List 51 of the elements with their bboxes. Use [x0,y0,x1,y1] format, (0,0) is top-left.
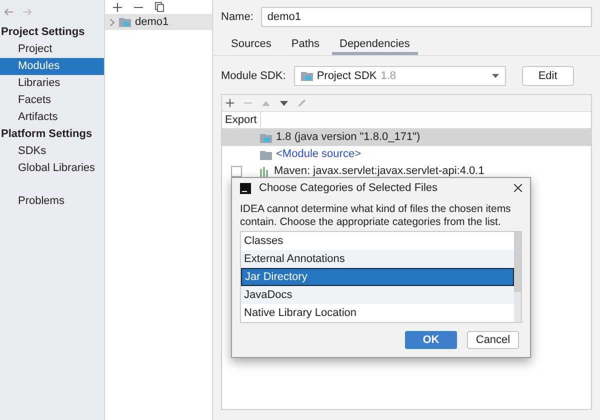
tree-item[interactable]: demo1 [105,14,212,30]
tab[interactable]: Dependencies [332,36,418,55]
module-sdk-label: Module SDK: [221,68,286,84]
move-up-icon[interactable] [262,100,270,106]
dependency-row[interactable]: Maven: javax.servlet:javax.servlet-api:4.0.1 [222,163,591,180]
sidebar-section-header: Project Settings [0,25,86,40]
dependency-row[interactable]: <Module source> [222,146,591,163]
sidebar-item[interactable]: Problems [0,193,104,210]
module-sdk-dropdown[interactable]: Project SDK 1.8 [294,66,506,86]
back-arrow-icon[interactable] [4,8,14,16]
folder-icon [260,132,272,142]
dependency-row[interactable]: 1.8 (java version "1.8.0_171") [222,129,591,146]
tab[interactable]: Sources [223,36,280,55]
export-checkbox[interactable] [231,166,242,177]
folder-icon [260,150,272,160]
category-list-item[interactable]: Jar Directory [241,268,514,286]
app-logo-icon [240,182,251,194]
dialog-title: Choose Categories of Selected Files [259,180,439,196]
tab[interactable]: Paths [283,36,328,55]
name-field[interactable]: demo1 [261,7,592,27]
add-icon[interactable] [113,2,122,12]
sidebar-item[interactable]: Artifacts [0,109,104,126]
edit-button[interactable]: Edit [522,66,574,86]
category-list-item[interactable]: Native Library Location [241,304,514,322]
sidebar-item[interactable]: Facets [0,92,104,109]
column-header: Export [222,112,261,128]
sidebar-item[interactable]: Libraries [0,75,104,92]
folder-icon [119,17,131,27]
category-list-item[interactable]: JavaDocs [241,286,514,304]
dialog-message: IDEA cannot determine what kind of files the chosen items contain. Choose the appropriate categories from the list. [239,203,512,229]
category-list-item[interactable]: External Annotations [241,250,514,268]
sidebar-item[interactable]: Global Libraries [0,160,104,177]
add-icon[interactable] [226,99,234,107]
cancel-button[interactable]: Cancel [467,331,519,349]
forward-arrow-icon[interactable] [22,8,32,16]
pencil-icon[interactable] [298,99,306,107]
dropdown-arrow-icon [492,74,499,78]
library-icon [260,166,270,176]
scrollbar[interactable] [514,232,521,322]
close-icon[interactable] [514,184,522,192]
ok-button[interactable]: OK [405,331,457,349]
move-down-icon[interactable] [280,100,288,106]
sidebar-section-header: Platform Settings [0,127,94,142]
sidebar-item[interactable]: SDKs [0,143,104,160]
sidebar-item[interactable]: Modules [0,58,104,75]
sidebar-item[interactable]: Project [0,41,104,58]
folder-icon [300,71,313,81]
category-list-item[interactable]: Classes [241,232,514,250]
copy-icon[interactable] [155,2,164,12]
name-label: Name: [221,10,254,25]
collapsed-chevron-icon[interactable] [110,18,115,26]
